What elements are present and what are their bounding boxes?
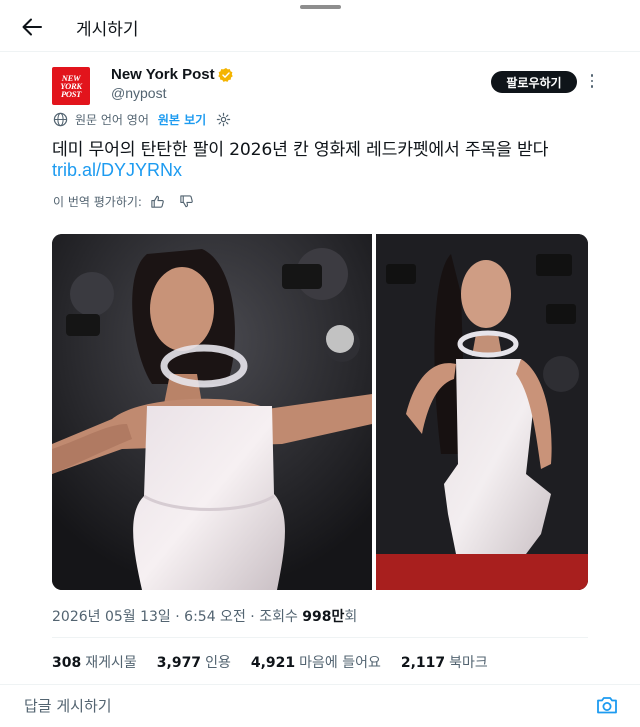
tweet-date: 2026년 05월 13일: [52, 609, 171, 625]
divider: [52, 637, 588, 638]
logo-text: POST: [60, 89, 82, 99]
stat-value: 4,921: [250, 655, 296, 671]
camera-icon[interactable]: [596, 695, 618, 715]
author-name[interactable]: New York Post: [111, 66, 215, 83]
tweet-meta: 2026년 05월 13일 · 6:54 오전 · 조회수 998만회: [52, 606, 357, 626]
tweet-time: 6:54 오전: [184, 609, 246, 625]
thumbs-down-icon[interactable]: [179, 194, 194, 209]
page-title: 게시하기: [76, 20, 139, 40]
thumbs-up-icon[interactable]: [150, 194, 165, 209]
stat-likes[interactable]: 4,921 마음에 들어요: [251, 652, 381, 672]
photo-right-image: [376, 234, 588, 590]
stat-reposts[interactable]: 308 재게시물: [52, 652, 137, 672]
separator: ·: [250, 609, 260, 625]
views-label: 조회수: [259, 609, 298, 625]
reply-input[interactable]: 답글 게시하기: [24, 695, 112, 716]
back-arrow-icon: [22, 18, 42, 36]
tweet-link[interactable]: trib.al/DYJYRNx: [52, 160, 182, 181]
author-handle[interactable]: @nypost: [111, 85, 166, 101]
stat-value: 3,977: [156, 655, 202, 671]
top-bar: 게시하기: [0, 0, 640, 52]
settings-icon[interactable]: [216, 112, 231, 127]
media-grid: [52, 234, 588, 590]
globe-icon: [53, 112, 68, 126]
photo-left-image: [52, 234, 372, 590]
follow-button[interactable]: 팔로우하기: [491, 71, 577, 93]
view-original-link[interactable]: 원본 보기: [158, 111, 206, 128]
tweet-text: 데미 무어의 탄탄한 팔이 2026년 칸 영화제 레드카펫에서 주목을 받다: [52, 140, 549, 160]
stat-label: 재게시물: [85, 655, 137, 671]
stat-value: 2,117: [400, 655, 446, 671]
rate-translation: 이 번역 평가하기:: [53, 192, 194, 210]
views-suffix: 회: [344, 609, 358, 625]
reply-bar: 답글 게시하기: [0, 684, 640, 727]
more-vertical-icon[interactable]: [586, 72, 598, 90]
engagement-stats: 308 재게시물 3,977 인용 4,921 마음에 들어요 2,117 북마크: [52, 652, 508, 672]
stat-value: 308: [52, 655, 82, 671]
stat-label: 인용: [205, 655, 231, 671]
translation-note: 원문 언어 영어 원본 보기: [53, 110, 231, 128]
separator: ·: [175, 609, 185, 625]
tweet-photo-left[interactable]: [52, 234, 372, 590]
stat-label: 마음에 들어요: [299, 655, 381, 671]
verified-badge-icon: [218, 68, 233, 82]
rate-label: 이 번역 평가하기:: [53, 194, 142, 209]
stat-label: 북마크: [449, 655, 488, 671]
back-button[interactable]: [18, 14, 46, 40]
stat-quotes[interactable]: 3,977 인용: [157, 652, 231, 672]
avatar[interactable]: NEW YORK POST: [52, 67, 90, 105]
tweet-photo-right[interactable]: [376, 234, 588, 590]
stat-bookmarks[interactable]: 2,117 북마크: [401, 652, 488, 672]
views-count: 998만: [302, 609, 345, 625]
divider: [0, 51, 640, 52]
translation-label: 원문 언어 영어: [75, 112, 149, 127]
